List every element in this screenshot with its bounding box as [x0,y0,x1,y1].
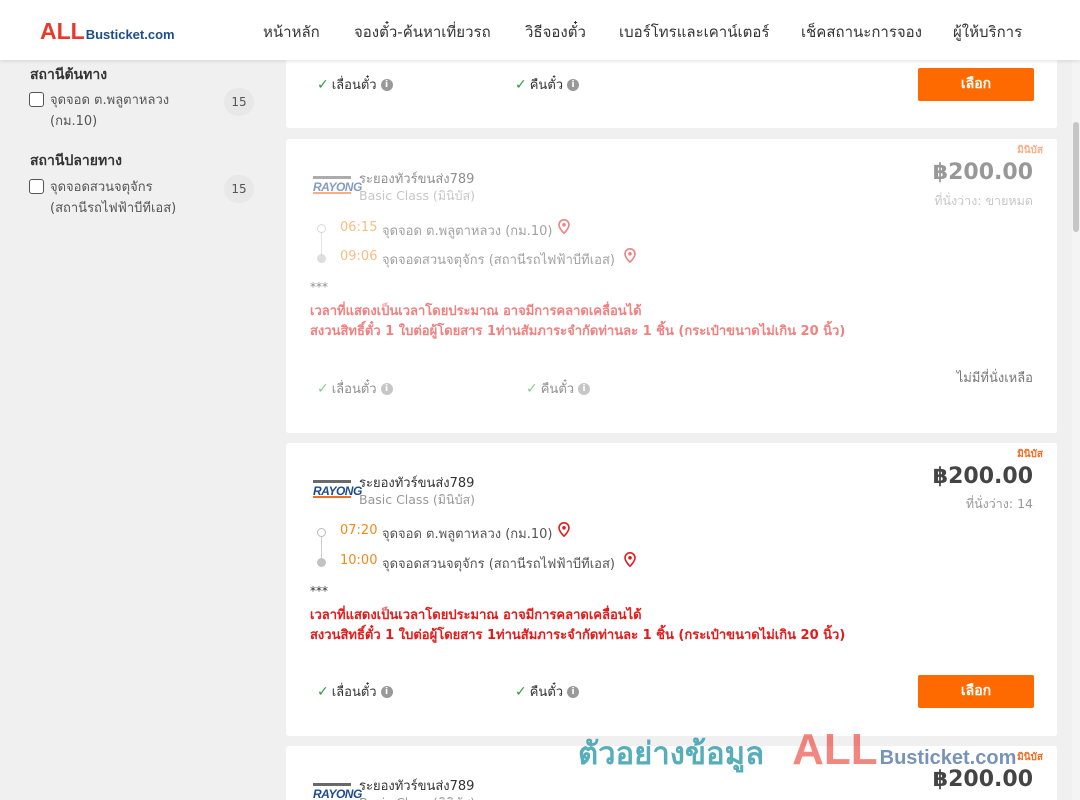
reschedule-label: เลื่อนตั๋ว [331,685,377,700]
reschedule-label: เลื่อนตั๋ว [331,382,377,397]
refund-feature: ✓ คืนตั๋ว i [515,681,580,702]
dest-filter-label[interactable]: จุดจอดสวนจตุจักร (สถานีรถไฟฟ้าบีทีเอส) [50,177,180,219]
route-line [321,536,322,560]
depart-time: 07:20 [340,523,378,538]
origin-filter-title: สถานีต้นทาง [30,67,108,83]
depart-dot [317,224,326,233]
info-icon[interactable]: i [380,685,393,698]
reschedule-label: เลื่อนตั๋ว [331,78,377,93]
nav-how-to-book[interactable]: วิธีจองตั๋ว [525,20,586,44]
nav-booking-status[interactable]: เช็คสถานะการจอง [801,20,922,44]
reschedule-feature: ✓ เลื่อนตั๋ว i [317,74,393,95]
note-time-estimate: เวลาที่แสดงเป็นเวลาโดยประมาณ อาจมีการคลา… [310,304,642,319]
logo-bar-top [313,480,351,483]
operator-logo: RAYONG [313,176,362,194]
dest-filter-title: สถานีปลายทาง [30,153,122,169]
logo-bar-bottom [313,496,351,498]
nav-operators[interactable]: ผู้ให้บริการ [953,20,1022,44]
seats-available: ที่นั่งว่าง: ขายหมด [934,193,1033,208]
info-icon[interactable]: i [380,78,393,91]
filter-sidebar: สถานีต้นทาง จุดจอด ต.พลูตาหลวง (กม.10) 1… [0,60,270,800]
check-icon: ✓ [526,380,538,397]
top-header: ALL Busticket.com หน้าหลัก จองตั๋ว-ค้นหา… [0,0,1080,60]
note-time-estimate: เวลาที่แสดงเป็นเวลาโดยประมาณ อาจมีการคลา… [310,608,642,623]
info-icon[interactable]: i [578,382,591,395]
ticket-price: ฿200.00 [932,464,1033,489]
minibus-badge: มินิบัส [1017,752,1043,763]
check-icon: ✓ [317,76,329,93]
refund-label: คืนตั๋ว [540,382,575,397]
note-stars: *** [310,280,328,294]
dest-filter-count: 15 [224,175,254,203]
minibus-badge: มินิบัส [1017,449,1043,460]
check-icon: ✓ [317,683,329,700]
logo-bar-top [313,783,351,786]
reschedule-feature: ✓ เลื่อนตั๋ว i [317,681,393,702]
dest-filter-checkbox[interactable] [29,179,44,194]
trip-card-0720: มินิบัส RAYONG ระยองทัวร์ขนส่ง789 Basic … [286,443,1057,736]
refund-label: คืนตั๋ว [529,78,564,93]
map-pin-icon[interactable] [558,522,570,537]
bus-class: Basic Class (มินิบัส) [359,492,476,507]
info-icon[interactable]: i [567,78,580,91]
select-trip-button[interactable]: เลือก [918,675,1034,708]
operator-logo-text: RAYONG [313,787,362,800]
check-icon: ✓ [515,683,527,700]
depart-stop: จุดจอด ต.พลูตาหลวง (กม.10) [382,527,553,542]
check-icon: ✓ [317,380,329,397]
origin-filter-label[interactable]: จุดจอด ต.พลูตาหลวง (กม.10) [50,90,180,132]
main-nav: หน้าหลัก จองตั๋ว-ค้นหาเที่ยวรถ วิธีจองตั… [0,20,1080,42]
arrive-time: 10:00 [340,553,378,568]
operator-logo: RAYONG [313,783,362,800]
note-luggage: สงวนสิทธิ์ตั๋ว 1 ใบต่อผู้โดยสาร 1ท่านสัม… [310,324,846,339]
route-line [321,232,322,256]
page-scrollbar[interactable] [1072,60,1080,800]
refund-feature: ✓ คืนตั๋ว i [526,378,591,399]
map-pin-icon[interactable] [624,248,636,263]
logo-bar-bottom [313,192,351,194]
scrollbar-thumb[interactable] [1073,122,1079,232]
origin-filter-checkbox[interactable] [29,92,44,107]
bus-class: Basic Class (มินิบัส) [359,793,475,800]
select-trip-button[interactable]: เลือก [918,68,1034,101]
arrive-time: 09:06 [340,249,378,264]
refund-label: คืนตั๋ว [529,685,564,700]
bus-class: Basic Class (มินิบัส) [359,188,476,203]
arrive-dot [317,558,326,567]
trip-card-previous: ✓ เลื่อนตั๋ว i ✓ คืนตั๋ว i เลือก [286,60,1057,128]
arrive-stop: จุดจอดสวนจตุจักร (สถานีรถไฟฟ้าบีทีเอส) [382,253,615,268]
refund-feature: ✓ คืนตั๋ว i [515,74,580,95]
nav-book-search[interactable]: จองตั๋ว-ค้นหาเที่ยวรถ [354,20,491,44]
reschedule-feature: ✓ เลื่อนตั๋ว i [317,378,393,399]
map-pin-icon[interactable] [558,219,570,234]
logo-bar-top [313,176,351,179]
depart-dot [317,528,326,537]
trip-card-0615: มินิบัส RAYONG ระยองทัวร์ขนส่ง789 Basic … [286,139,1057,433]
nav-phone-counter[interactable]: เบอร์โทรและเคาน์เตอร์ [619,20,769,44]
ticket-price: ฿200.00 [932,767,1033,792]
no-seats-status: ไม่มีที่นั่งเหลือ [956,371,1033,386]
ticket-price: ฿200.00 [932,160,1033,185]
arrive-dot [317,254,326,263]
depart-time: 06:15 [340,220,378,235]
depart-stop: จุดจอด ต.พลูตาหลวง (กม.10) [382,224,553,239]
nav-home[interactable]: หน้าหลัก [263,20,320,44]
operator-logo: RAYONG [313,480,362,498]
note-stars: *** [310,584,328,598]
info-icon[interactable]: i [380,382,393,395]
minibus-badge: มินิบัส [1017,145,1043,156]
info-icon[interactable]: i [567,685,580,698]
check-icon: ✓ [515,76,527,93]
map-pin-icon[interactable] [624,552,636,567]
origin-filter-count: 15 [224,88,254,116]
arrive-stop: จุดจอดสวนจตุจักร (สถานีรถไฟฟ้าบีทีเอส) [382,557,615,572]
note-luggage: สงวนสิทธิ์ตั๋ว 1 ใบต่อผู้โดยสาร 1ท่านสัม… [310,628,846,643]
trip-card-next: มินิบัส RAYONG ระยองทัวร์ขนส่ง789 Basic … [286,746,1057,800]
seats-available: ที่นั่งว่าง: 14 [965,496,1033,511]
